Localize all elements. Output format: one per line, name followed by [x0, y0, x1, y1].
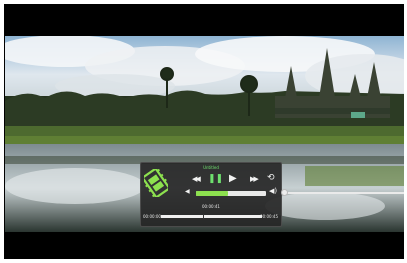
- volume-level: [196, 191, 228, 196]
- rewind-icon[interactable]: ◀◀: [192, 176, 201, 183]
- total-duration: 00:00:45: [260, 214, 278, 219]
- position-slider-track[interactable]: [287, 192, 404, 194]
- fast-forward-icon[interactable]: ▶▶: [250, 176, 259, 183]
- current-time: 00:00:41: [202, 204, 220, 209]
- position-slider-handle[interactable]: [281, 189, 288, 196]
- player-window: Untitled ◀◀ ❚❚ ▶ ▶▶ ⟲ ◀ ◀) 00:00:41 00:0…: [4, 4, 404, 259]
- repeat-icon[interactable]: ⟲: [267, 174, 275, 183]
- pause-icon[interactable]: ❚❚: [208, 175, 223, 184]
- volume-high-icon[interactable]: ◀): [269, 188, 277, 195]
- media-controller: Untitled ◀◀ ❚❚ ▶ ▶▶ ⟲ ◀ ◀) 00:00:41 00:0…: [140, 162, 282, 227]
- seek-position-marker[interactable]: [203, 214, 205, 219]
- film-strip-icon: [144, 169, 168, 197]
- volume-slider[interactable]: [196, 191, 266, 196]
- volume-low-icon[interactable]: ◀: [185, 189, 190, 195]
- play-icon[interactable]: ▶: [229, 174, 237, 184]
- seek-bar[interactable]: [161, 214, 262, 219]
- elapsed-time: 00:00:00: [143, 214, 161, 219]
